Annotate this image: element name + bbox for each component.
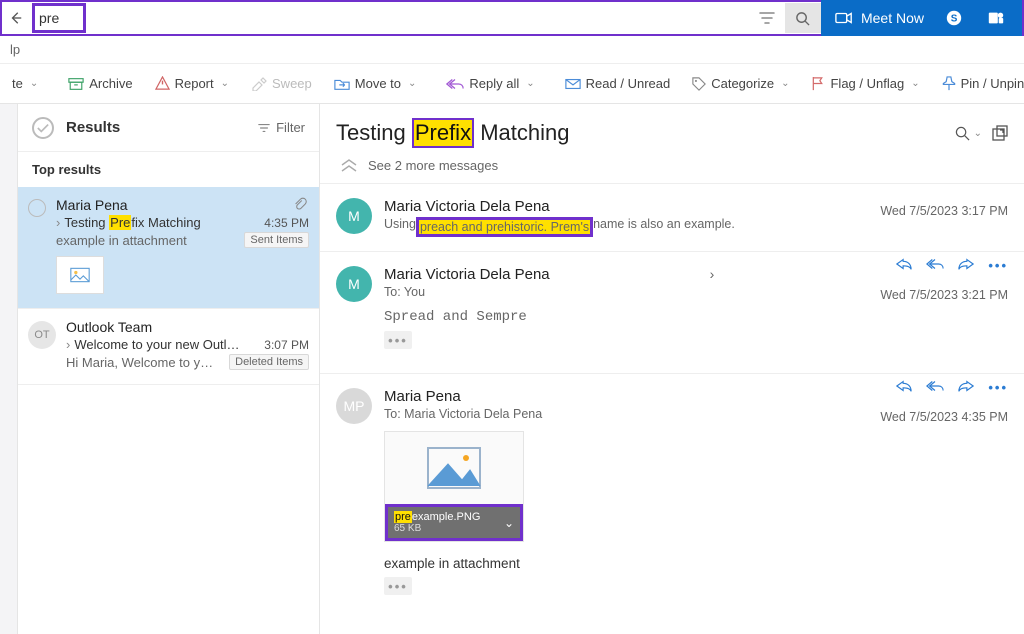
message-body: Spread and Sempre <box>384 309 1008 325</box>
reply-icon[interactable] <box>896 380 912 395</box>
filter-button[interactable]: Filter <box>258 120 305 135</box>
top-results-header: Top results <box>18 152 319 187</box>
avatar: M <box>336 266 372 302</box>
delete-button[interactable]: te⌄ <box>4 72 46 95</box>
list-header: Results Filter <box>18 104 319 152</box>
categorize-button[interactable]: Categorize⌄ <box>684 72 797 95</box>
archive-button[interactable]: Archive <box>60 72 140 95</box>
reply-all-icon[interactable] <box>926 380 944 395</box>
attachment-card[interactable]: preexample.PNG 65 KB ⌄ <box>384 431 524 542</box>
message-timestamp: Wed 7/5/2023 4:35 PM <box>880 410 1008 424</box>
select-circle[interactable] <box>28 199 46 217</box>
forward-icon[interactable] <box>958 258 974 273</box>
expand-arrow-icon[interactable]: › <box>710 266 715 282</box>
popout-icon[interactable] <box>992 125 1008 141</box>
message-list: Results Filter Top results Maria Pena › <box>18 104 320 634</box>
reading-pane: Testing Prefix Matching ⌄ See 2 more mes… <box>320 104 1024 634</box>
search-wrap <box>2 2 821 34</box>
forward-icon[interactable] <box>958 380 974 395</box>
chevron-down-icon[interactable]: ⌄ <box>526 78 534 89</box>
more-icon[interactable]: ••• <box>988 380 1008 395</box>
search-input[interactable] <box>39 10 79 26</box>
avatar: MP <box>336 388 372 424</box>
chevron-down-icon[interactable]: ⌄ <box>504 516 514 530</box>
expand-dots[interactable]: ••• <box>384 331 412 349</box>
message-item[interactable]: Maria Pena › Testing Prefix Matching 4:3… <box>18 187 319 309</box>
back-icon[interactable] <box>4 6 28 30</box>
more-icon[interactable]: ••• <box>988 258 1008 273</box>
chevron-down-icon[interactable]: ⌄ <box>30 78 38 89</box>
collapse-icon[interactable] <box>340 159 358 173</box>
conversation-message[interactable]: M Maria Victoria Dela Pena Using preach … <box>320 183 1024 251</box>
search-filter-icon[interactable] <box>749 3 785 33</box>
avatar: M <box>336 198 372 234</box>
meet-now-label: Meet Now <box>861 10 924 26</box>
search-submit-icon[interactable] <box>785 3 821 33</box>
message-item[interactable]: OT Outlook Team › Welcome to your new Ou… <box>18 309 319 385</box>
subject: Welcome to your new Outl… <box>74 337 258 352</box>
sweep-button[interactable]: Sweep <box>243 72 320 95</box>
thread-caret-icon[interactable]: › <box>56 215 60 230</box>
move-to-button[interactable]: Move to⌄ <box>326 72 425 95</box>
message-timestamp: Wed 7/5/2023 3:17 PM <box>880 204 1008 218</box>
avatar: OT <box>28 321 56 349</box>
subject: Testing Prefix Matching <box>64 215 258 230</box>
meet-now-button[interactable]: Meet Now <box>835 10 924 26</box>
message-actions: ••• <box>896 380 1008 395</box>
meet-bar: Meet Now S <box>821 0 1022 36</box>
left-gutter <box>0 104 18 634</box>
pin-button[interactable]: Pin / Unpin <box>934 72 1024 95</box>
read-unread-button[interactable]: Read / Unread <box>557 72 679 95</box>
message-timestamp: Wed 7/5/2023 3:21 PM <box>880 288 1008 302</box>
main-columns: Results Filter Top results Maria Pena › <box>0 104 1024 634</box>
teams-icon[interactable] <box>984 6 1008 30</box>
conversation-message[interactable]: ••• MP Maria Pena To: Maria Victoria Del… <box>320 373 1024 609</box>
report-button[interactable]: Report⌄ <box>147 72 237 95</box>
flag-button[interactable]: Flag / Unflag⌄ <box>803 72 927 95</box>
reply-icon[interactable] <box>896 258 912 273</box>
message-time: 3:07 PM <box>264 338 309 352</box>
preview-text: example in attachment <box>56 233 240 248</box>
message-body: example in attachment <box>384 556 1008 571</box>
message-snippet: Using preach and prehistoric. Prem's nam… <box>384 217 1008 237</box>
conversation-title: Testing Prefix Matching <box>336 118 945 148</box>
help-row: lp <box>0 36 1024 64</box>
see-more-row[interactable]: See 2 more messages <box>320 158 1024 183</box>
expand-dots[interactable]: ••• <box>384 577 412 595</box>
results-title: Results <box>66 119 258 136</box>
conversation-message[interactable]: ••• M Maria Victoria Dela Pena› To: You … <box>320 251 1024 363</box>
chevron-down-icon[interactable]: ⌄ <box>221 78 229 89</box>
help-label: lp <box>10 42 20 57</box>
chevron-down-icon[interactable]: ⌄ <box>781 78 789 89</box>
reading-header: Testing Prefix Matching ⌄ <box>320 104 1024 158</box>
chevron-down-icon[interactable]: ⌄ <box>911 78 919 89</box>
folder-tag: Sent Items <box>244 232 309 248</box>
message-time: 4:35 PM <box>264 216 309 230</box>
top-bar: Meet Now S <box>0 0 1024 36</box>
sender-name: Maria Pena <box>56 197 293 213</box>
sender-name: Outlook Team <box>66 319 309 335</box>
attachment-thumbnail[interactable] <box>56 256 104 294</box>
command-toolbar: te⌄ Archive Report⌄ Sweep Move to⌄ Reply… <box>0 64 1024 104</box>
zoom-icon[interactable]: ⌄ <box>955 125 982 141</box>
skype-icon[interactable]: S <box>942 6 966 30</box>
svg-text:S: S <box>951 14 958 25</box>
folder-tag: Deleted Items <box>229 354 309 370</box>
thread-caret-icon[interactable]: › <box>66 337 70 352</box>
attachment-preview <box>385 432 523 504</box>
reply-all-icon[interactable] <box>926 258 944 273</box>
select-all-checkbox[interactable] <box>32 117 54 139</box>
preview-text: Hi Maria, Welcome to y… <box>66 355 225 370</box>
attachment-icon <box>293 197 309 213</box>
message-actions: ••• <box>896 258 1008 273</box>
attachment-caption[interactable]: preexample.PNG 65 KB ⌄ <box>385 504 523 541</box>
search-field[interactable] <box>32 3 86 33</box>
reply-all-button[interactable]: Reply all⌄ <box>438 72 542 95</box>
chevron-down-icon[interactable]: ⌄ <box>408 78 416 89</box>
